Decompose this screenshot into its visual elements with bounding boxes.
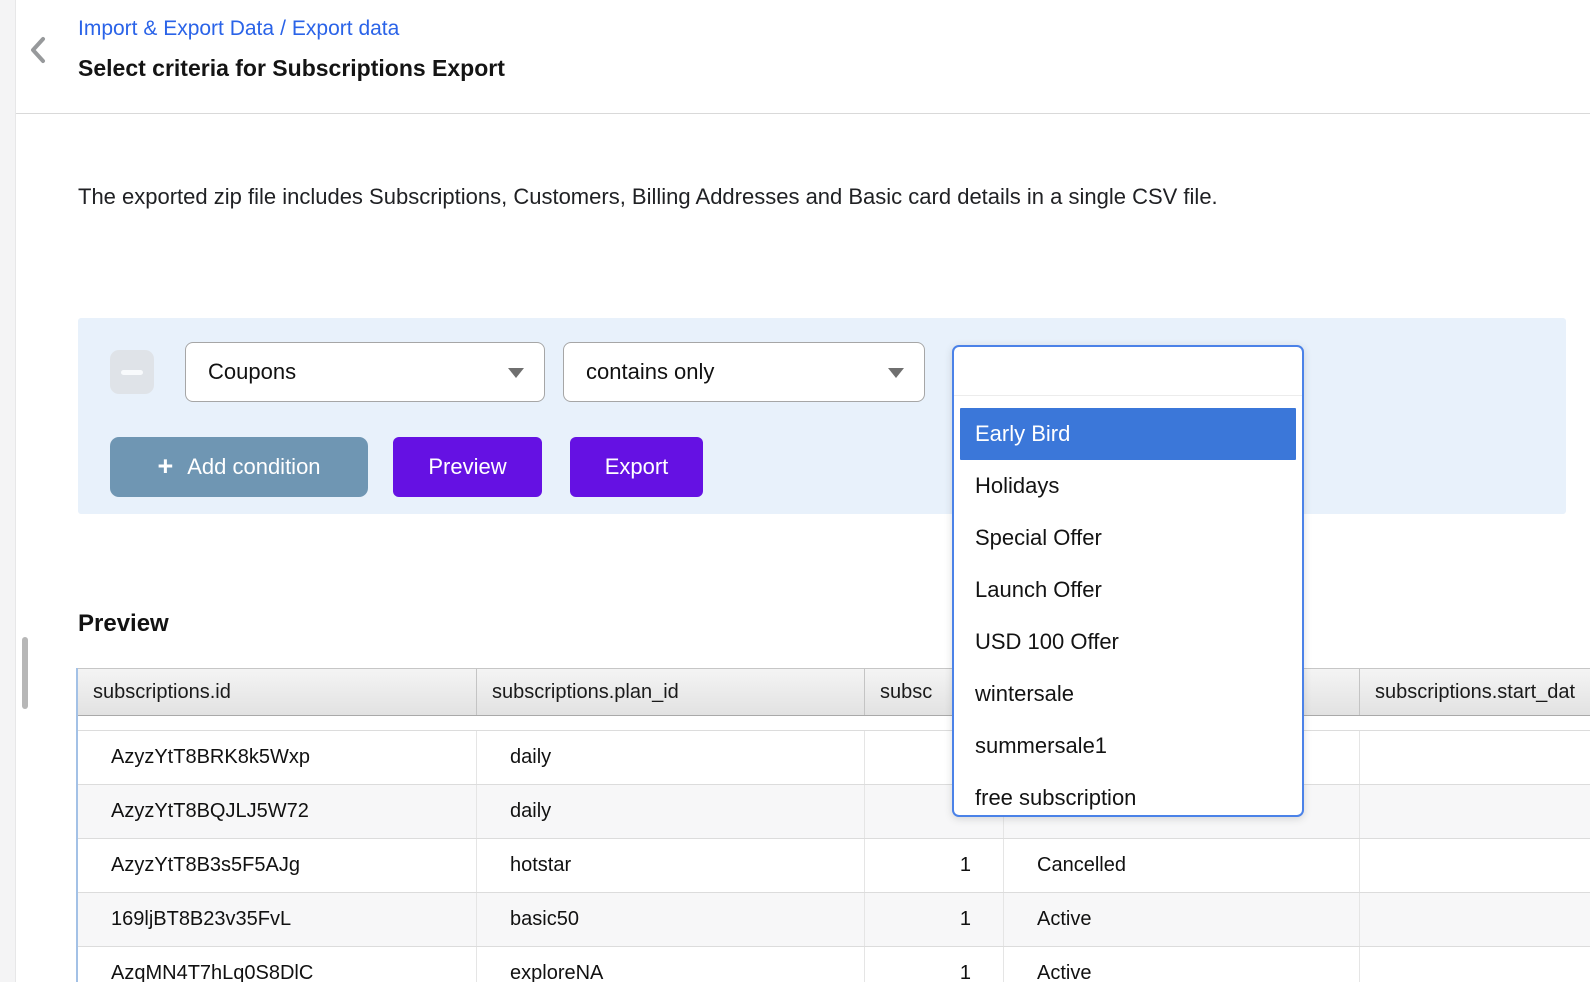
table-cell: daily — [477, 785, 865, 838]
table-cell — [1360, 893, 1590, 946]
column-header: subscriptions.id — [78, 669, 477, 715]
table-row: 169ljBT8B23v35FvL basic50 1 Active — [78, 893, 1590, 947]
preview-button[interactable]: Preview — [393, 437, 542, 497]
dropdown-option[interactable]: Special Offer — [960, 512, 1296, 564]
dropdown-option[interactable]: Holidays — [960, 460, 1296, 512]
table-cell: AzyzYtT8B3s5F5AJg — [78, 839, 477, 892]
plus-icon: + — [157, 450, 174, 481]
table-header-row: subscriptions.id subscriptions.plan_id sub… — [78, 668, 1590, 716]
breadcrumb: Import & Export Data / Export data — [78, 17, 399, 41]
table-cell — [1360, 839, 1590, 892]
preview-table: subscriptions.id subscriptions.plan_id sub… — [76, 668, 1590, 982]
breadcrumb-separator: / — [280, 17, 286, 40]
chevron-down-icon — [888, 368, 904, 378]
dropdown-option[interactable]: Early Bird — [960, 408, 1296, 460]
vertical-scrollbar-thumb[interactable] — [22, 637, 28, 709]
table-cell: AzyzYtT8BQJLJ5W72 — [78, 785, 477, 838]
export-description: The exported zip file includes Subscript… — [78, 184, 1218, 209]
chevron-left-icon — [31, 37, 45, 63]
page-title: Select criteria for Subscriptions Export — [78, 55, 505, 81]
table-cell: hotstar — [477, 839, 865, 892]
table-body: AzyzYtT8BRK8k5Wxp daily AzyzYtT8BQJLJ5W72 d… — [78, 730, 1590, 982]
dropdown-option[interactable]: summersale1 — [960, 720, 1296, 772]
operator-select-value: contains only — [586, 359, 715, 384]
table-cell: daily — [477, 731, 865, 784]
table-cell: Active — [1004, 947, 1360, 982]
dropdown-option[interactable]: Launch Offer — [960, 564, 1296, 616]
table-cell: 169ljBT8B23v35FvL — [78, 893, 477, 946]
table-row: AzyzYtT8BRK8k5Wxp daily — [78, 730, 1590, 785]
page-header: Import & Export Data / Export data Select … — [0, 0, 1590, 114]
table-cell: exploreNA — [477, 947, 865, 982]
table-cell: 1 — [865, 839, 1004, 892]
add-condition-button[interactable]: + Add condition — [110, 437, 368, 497]
dropdown-empty-option[interactable] — [954, 347, 1302, 396]
table-cell: AzyzYtT8BRK8k5Wxp — [78, 731, 477, 784]
table-cell — [1360, 731, 1590, 784]
table-cell: Cancelled — [1004, 839, 1360, 892]
table-row: AzyzYtT8B3s5F5AJg hotstar 1 Cancelled — [78, 839, 1590, 893]
dropdown-option[interactable]: wintersale — [960, 668, 1296, 720]
column-header: subscriptions.plan_id — [477, 669, 865, 715]
add-condition-label: Add condition — [187, 454, 321, 479]
table-cell: 1 — [865, 893, 1004, 946]
table-header-gap — [78, 716, 1590, 730]
field-select[interactable]: Coupons — [185, 342, 545, 402]
breadcrumb-link-import-export[interactable]: Import & Export Data — [78, 17, 274, 40]
remove-condition-button[interactable] — [110, 350, 154, 394]
dropdown-option[interactable]: free subscription — [960, 772, 1296, 815]
preview-heading: Preview — [78, 610, 169, 637]
chevron-down-icon — [508, 368, 524, 378]
table-cell — [1360, 785, 1590, 838]
minus-icon — [121, 370, 143, 375]
table-row: AzyzYtT8BQJLJ5W72 daily — [78, 785, 1590, 839]
back-button[interactable] — [28, 36, 50, 64]
dropdown-spacer — [954, 396, 1302, 408]
table-cell — [1360, 947, 1590, 982]
table-cell: Active — [1004, 893, 1360, 946]
page-left-strip — [0, 0, 16, 982]
table-cell: 1 — [865, 947, 1004, 982]
table-cell: basic50 — [477, 893, 865, 946]
operator-select[interactable]: contains only — [563, 342, 925, 402]
table-cell: AzqMN4T7hLq0S8DlC — [78, 947, 477, 982]
coupon-value-dropdown: Early Bird Holidays Special Offer Launch Of… — [952, 345, 1304, 817]
dropdown-option[interactable]: USD 100 Offer — [960, 616, 1296, 668]
field-select-value: Coupons — [208, 359, 297, 384]
export-criteria-page: Import & Export Data / Export data Select … — [0, 0, 1590, 982]
column-header: subscriptions.start_dat — [1360, 669, 1590, 715]
dropdown-options-list: Early Bird Holidays Special Offer Launch Of… — [954, 408, 1302, 815]
condition-builder-panel: Coupons contains only + Add condition Pr… — [78, 318, 1566, 514]
export-button[interactable]: Export — [570, 437, 703, 497]
table-row: AzqMN4T7hLq0S8DlC exploreNA 1 Active — [78, 947, 1590, 982]
breadcrumb-link-export-data[interactable]: Export data — [292, 17, 399, 40]
